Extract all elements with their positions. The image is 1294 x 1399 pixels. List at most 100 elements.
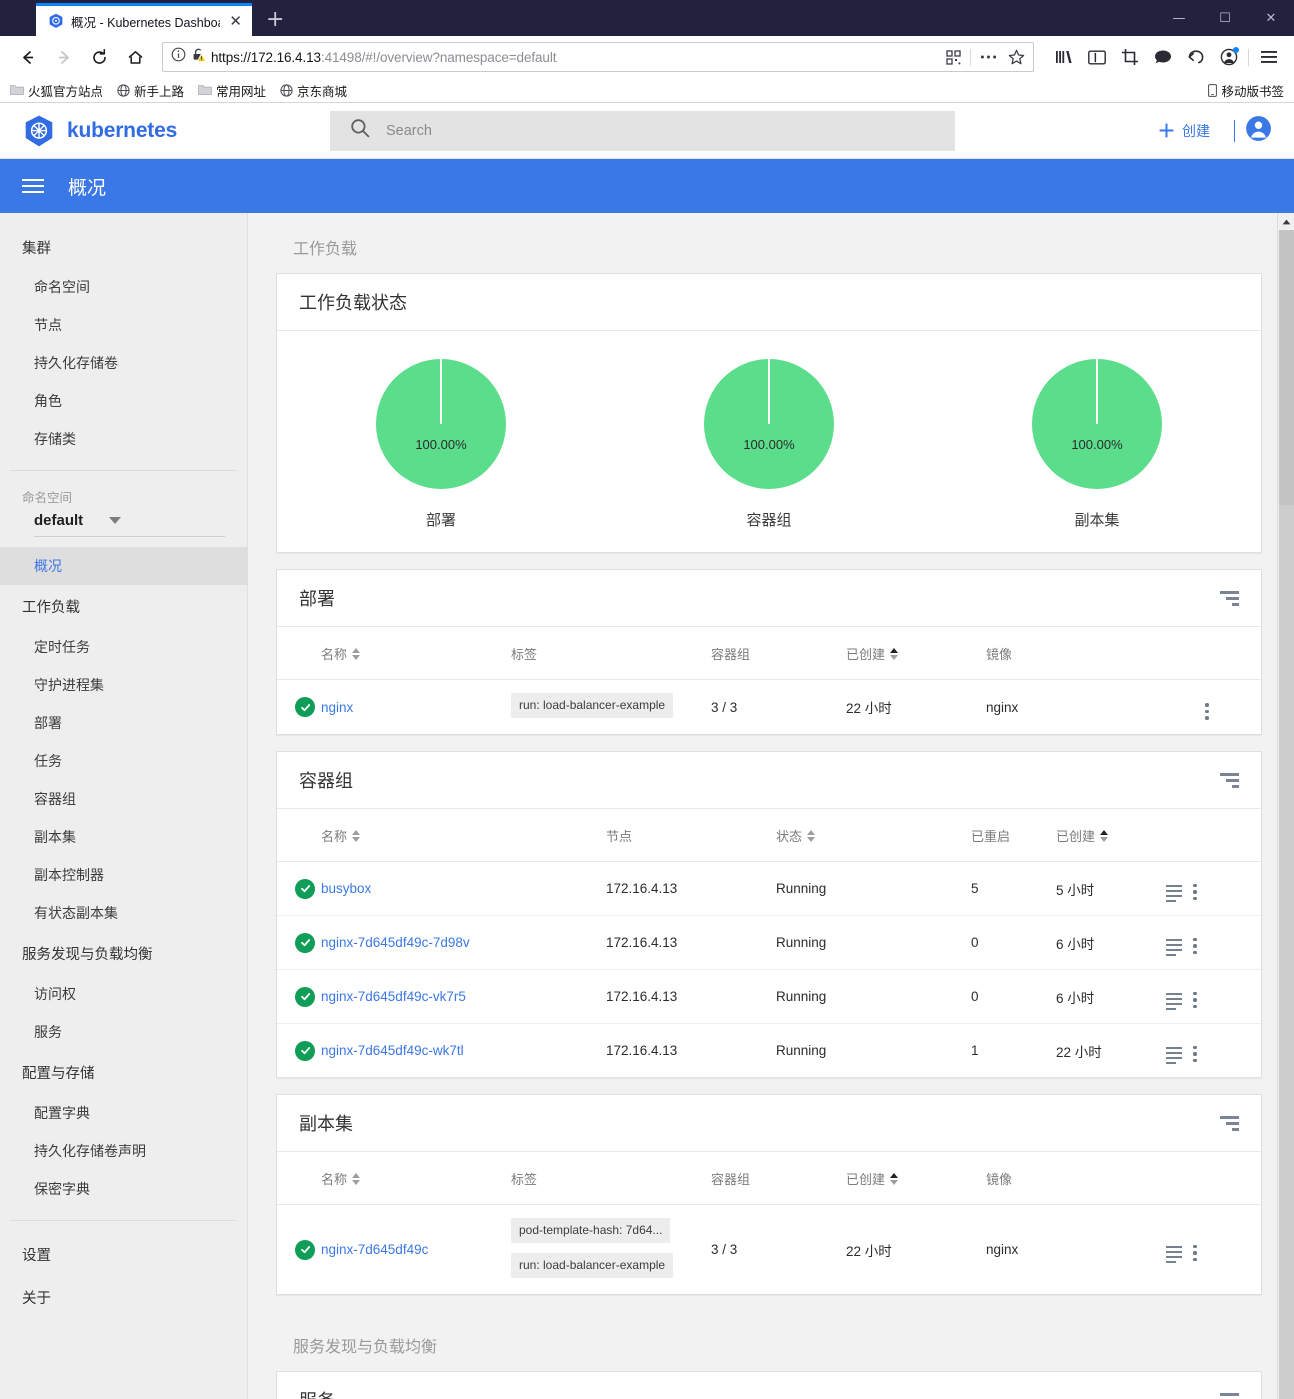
table-row[interactable]: nginx run: load-balancer-example 3 / 3 2… — [277, 680, 1261, 735]
pod-link[interactable]: nginx-7d645df49c-vk7r5 — [321, 989, 466, 1004]
th-image[interactable]: 镜像 — [986, 1152, 1166, 1205]
bookmark-item[interactable]: 京东商城 — [280, 81, 347, 100]
filter-icon[interactable] — [1220, 1115, 1239, 1131]
sidebar-item-jobs[interactable]: 任务 — [0, 742, 247, 780]
sort-icon[interactable] — [890, 1172, 899, 1185]
row-name[interactable]: nginx-7d645df49c — [321, 1205, 511, 1295]
maximize-icon[interactable]: ☐ — [1202, 0, 1248, 36]
bookmark-item[interactable]: 常用网址 — [198, 81, 266, 100]
sort-icon[interactable] — [1100, 829, 1109, 842]
sort-icon[interactable] — [352, 829, 361, 842]
sidebar-item-pods[interactable]: 容器组 — [0, 780, 247, 818]
window-close-icon[interactable]: ✕ — [1248, 0, 1294, 36]
th-created[interactable]: 已创建 — [846, 1152, 986, 1205]
row-menu-icon[interactable] — [1193, 1045, 1197, 1062]
sidebar-item-config-maps[interactable]: 配置字典 — [0, 1094, 247, 1132]
account-icon[interactable] — [1213, 41, 1244, 73]
table-row[interactable]: nginx-7d645df49c-wk7tl 172.16.4.13 Runni… — [277, 1024, 1261, 1078]
new-tab-button[interactable]: + — [266, 9, 284, 31]
pod-link[interactable]: nginx-7d645df49c-7d98v — [321, 935, 470, 950]
replicaset-link[interactable]: nginx-7d645df49c — [321, 1242, 428, 1257]
insecure-lock-icon[interactable] — [191, 47, 207, 68]
filter-icon[interactable] — [1220, 1392, 1239, 1399]
pod-link[interactable]: busybox — [321, 881, 371, 896]
sidebar-item-cron-jobs[interactable]: 定时任务 — [0, 628, 247, 666]
scrollbar-track[interactable] — [1279, 505, 1294, 1399]
row-menu-icon[interactable] — [1193, 937, 1197, 954]
table-row[interactable]: nginx-7d645df49c pod-template-hash: 7d64… — [277, 1205, 1261, 1295]
sort-icon[interactable] — [807, 829, 816, 842]
content-scrollbar[interactable] — [1277, 213, 1294, 1399]
sidebar-item-storage-classes[interactable]: 存储类 — [0, 420, 247, 458]
page-info-icon[interactable] — [171, 47, 186, 67]
sidebar-item-secrets[interactable]: 保密字典 — [0, 1170, 247, 1208]
namespace-selector[interactable]: default — [34, 512, 225, 537]
kubernetes-logo[interactable]: kubernetes — [0, 114, 330, 148]
mobile-bookmarks-item[interactable]: 移动版书签 — [1208, 81, 1284, 100]
th-pods[interactable]: 容器组 — [711, 1152, 846, 1205]
page-actions-icon[interactable] — [975, 44, 1001, 70]
sort-icon[interactable] — [890, 647, 899, 660]
th-name[interactable]: 名称 — [321, 1152, 511, 1205]
sidebar-item-deployments[interactable]: 部署 — [0, 704, 247, 742]
sidebar-item-about[interactable]: 关于 — [0, 1276, 247, 1319]
library-icon[interactable] — [1048, 41, 1079, 73]
sidebar-item-nodes[interactable]: 节点 — [0, 306, 247, 344]
sidebar-item-replication-controllers[interactable]: 副本控制器 — [0, 856, 247, 894]
create-button[interactable]: 创建 — [1144, 121, 1224, 141]
chat-bubble-icon[interactable] — [1147, 41, 1178, 73]
th-image[interactable]: 镜像 — [986, 627, 1205, 680]
close-icon[interactable]: ✕ — [227, 13, 244, 29]
table-row[interactable]: nginx-7d645df49c-7d98v 172.16.4.13 Runni… — [277, 915, 1261, 970]
sidebar-icon[interactable] — [1081, 41, 1112, 73]
th-labels[interactable]: 标签 — [511, 627, 711, 680]
menu-toggle-icon[interactable] — [22, 179, 44, 193]
sidebar-item-ingresses[interactable]: 访问权 — [0, 975, 247, 1013]
search-bar[interactable] — [330, 110, 955, 151]
logs-icon[interactable] — [1166, 884, 1182, 902]
th-state[interactable]: 状态 — [776, 809, 971, 862]
row-name[interactable]: nginx-7d645df49c-7d98v — [321, 915, 606, 970]
logs-icon[interactable] — [1166, 992, 1182, 1010]
sort-icon[interactable] — [352, 1172, 361, 1185]
th-pods[interactable]: 容器组 — [711, 627, 846, 680]
bookmark-item[interactable]: 火狐官方站点 — [10, 81, 103, 100]
row-menu-icon[interactable] — [1205, 703, 1209, 720]
sidebar-item-stateful-sets[interactable]: 有状态副本集 — [0, 894, 247, 932]
scroll-up-icon[interactable] — [1278, 213, 1294, 230]
row-name[interactable]: nginx-7d645df49c-vk7r5 — [321, 969, 606, 1024]
sidebar-item-namespaces[interactable]: 命名空间 — [0, 268, 247, 306]
sidebar-item-daemon-sets[interactable]: 守护进程集 — [0, 666, 247, 704]
table-row[interactable]: nginx-7d645df49c-vk7r5 172.16.4.13 Runni… — [277, 969, 1261, 1024]
th-name[interactable]: 名称 — [321, 809, 606, 862]
row-menu-icon[interactable] — [1193, 991, 1197, 1008]
table-row[interactable]: busybox 172.16.4.13 Running 5 5 小时 — [277, 861, 1261, 916]
reload-icon[interactable] — [82, 41, 116, 73]
pod-link[interactable]: nginx-7d645df49c-wk7tl — [321, 1043, 464, 1058]
sidebar-item-replica-sets[interactable]: 副本集 — [0, 818, 247, 856]
bookmark-star-icon[interactable] — [1003, 44, 1029, 70]
url-text[interactable]: https://172.16.4.13:41498/#!/overview?na… — [211, 50, 935, 65]
th-labels[interactable]: 标签 — [511, 1152, 711, 1205]
back-icon[interactable] — [10, 41, 44, 73]
th-name[interactable]: 名称 — [321, 627, 511, 680]
minimize-icon[interactable]: — — [1156, 0, 1202, 36]
sync-undo-icon[interactable] — [1180, 41, 1211, 73]
screenshot-icon[interactable] — [1114, 41, 1145, 73]
deployment-link[interactable]: nginx — [321, 700, 353, 715]
row-menu-icon[interactable] — [1193, 1244, 1197, 1261]
bookmark-item[interactable]: 新手上路 — [117, 81, 184, 100]
sidebar-item-settings[interactable]: 设置 — [0, 1233, 247, 1276]
th-created[interactable]: 已创建 — [1056, 809, 1166, 862]
sidebar-item-roles[interactable]: 角色 — [0, 382, 247, 420]
scrollbar-thumb[interactable] — [1279, 230, 1294, 505]
th-node[interactable]: 节点 — [606, 809, 776, 862]
app-menu-icon[interactable] — [1253, 41, 1284, 73]
browser-tab[interactable]: 概况 - Kubernetes Dashboard ✕ — [36, 3, 252, 36]
sort-icon[interactable] — [352, 647, 361, 660]
row-name[interactable]: nginx — [321, 680, 511, 735]
logs-icon[interactable] — [1166, 938, 1182, 956]
sidebar-item-services[interactable]: 服务 — [0, 1013, 247, 1051]
filter-icon[interactable] — [1220, 590, 1239, 606]
url-bar[interactable]: https://172.16.4.13:41498/#!/overview?na… — [162, 42, 1034, 72]
